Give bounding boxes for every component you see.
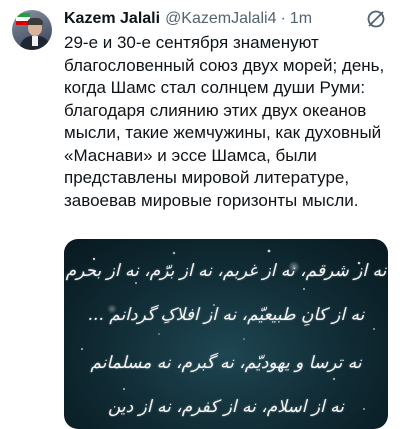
separator: ·	[280, 10, 286, 27]
poem-line-1: نه از شرقم، نه از غربم، نه از برّم، نه ا…	[65, 261, 387, 281]
poem-line-4: نه از اسلام، نه از کفرم، نه از دین	[107, 397, 345, 417]
timestamp[interactable]: 1m	[290, 10, 312, 28]
poem-line-3: نه ترسا و یهودیّم، نه گبرم، نه مسلمانم	[90, 353, 362, 373]
tweet-image[interactable]: نه از شرقم، نه از غربم، نه از برّم، نه ا…	[64, 239, 388, 429]
avatar[interactable]	[12, 10, 52, 50]
tweet-text: 29-е и 30-е сентября знаменуют благослов…	[64, 33, 385, 210]
more-horizontal-icon[interactable]	[366, 9, 386, 29]
author-name[interactable]: Kazem Jalali	[64, 10, 160, 28]
tweet-header: Kazem Jalali @KazemJalali4 · 1m	[64, 7, 386, 31]
author-handle[interactable]: @KazemJalali4	[165, 10, 276, 28]
poem-line-2: نه از کانِ طبیعیّم، نه از افلاکِ گردانم …	[87, 305, 365, 325]
